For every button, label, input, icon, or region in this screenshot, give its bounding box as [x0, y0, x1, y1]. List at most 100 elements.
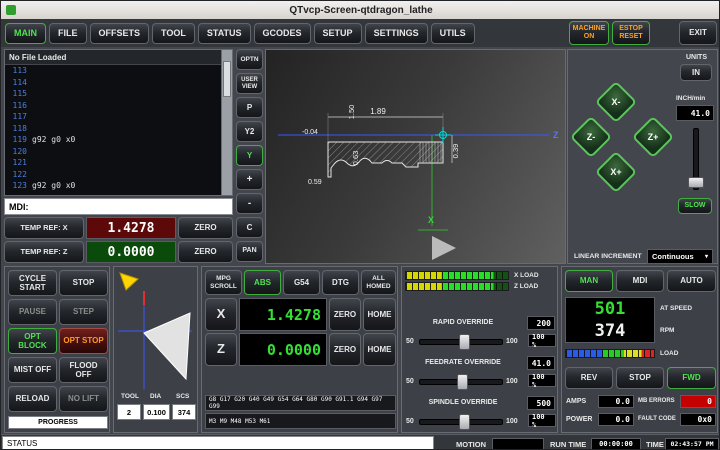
zero-x-axis-button[interactable]: ZERO — [329, 298, 361, 331]
rapid-slider-handle[interactable] — [459, 334, 470, 350]
view-y-button[interactable]: Y — [236, 145, 263, 166]
gcode-line-number: 117 — [5, 112, 27, 121]
view-p-button[interactable]: P — [236, 97, 263, 118]
dtg-button[interactable]: DTG — [322, 270, 359, 295]
motion-label: MOTION — [456, 440, 486, 449]
opt-stop-button[interactable]: OPT STOP — [59, 328, 108, 354]
status-message: STATUS — [2, 436, 434, 450]
temp-ref-x-button[interactable]: TEMP REF: X — [4, 217, 84, 239]
exit-button[interactable]: EXIT — [679, 21, 717, 45]
axis-z-button[interactable]: Z — [205, 333, 237, 366]
view-y2-button[interactable]: Y2 — [236, 121, 263, 142]
tab-tool[interactable]: TOOL — [152, 23, 195, 44]
spindle-slider-handle[interactable] — [459, 414, 470, 430]
rapid-override-slider[interactable] — [419, 334, 503, 348]
spindle-override-slider[interactable] — [419, 414, 503, 428]
jog-x-minus-button[interactable]: X- — [595, 81, 637, 123]
spindle-stop-button[interactable]: STOP — [616, 367, 664, 389]
titlebar[interactable]: QTvcp-Screen-qtdragon_lathe — [1, 1, 720, 20]
jog-x-minus-label: X- — [603, 89, 629, 115]
spindle-rev-button[interactable]: REV — [565, 367, 613, 389]
tab-setup[interactable]: SETUP — [314, 23, 362, 44]
pause-button[interactable]: PAUSE — [8, 299, 57, 325]
flood-button[interactable]: FLOOD OFF — [59, 357, 108, 383]
gcode-scrollbar-thumb[interactable] — [223, 61, 231, 97]
temp-ref-z-button[interactable]: TEMP REF: Z — [4, 241, 84, 263]
jog-z-plus-button[interactable]: Z+ — [632, 116, 674, 158]
jog-rate-slider[interactable] — [687, 128, 703, 190]
mb-errors-label: MB ERRORS — [638, 398, 675, 404]
z-load-label: Z LOAD — [514, 283, 538, 290]
zero-z-axis-button[interactable]: ZERO — [329, 333, 361, 366]
gcode-line[interactable]: 117 — [5, 111, 222, 123]
tab-main[interactable]: MAIN — [5, 23, 46, 44]
no-lift-button[interactable]: NO LIFT — [59, 386, 108, 412]
zoom-in-button[interactable]: + — [236, 169, 263, 190]
home-z-button[interactable]: HOME — [363, 333, 396, 366]
step-button[interactable]: STEP — [59, 299, 108, 325]
jog-z-plus-label: Z+ — [640, 124, 666, 150]
mdi-entry[interactable]: MDI: — [4, 198, 233, 215]
gcode-lines[interactable]: 113 114 115 116 — [5, 65, 222, 195]
home-x-button[interactable]: HOME — [363, 298, 396, 331]
tab-settings[interactable]: SETTINGS — [365, 23, 428, 44]
gcode-line[interactable]: 119 g92 g0 x0 — [5, 134, 222, 146]
stop-button[interactable]: STOP — [59, 270, 108, 296]
increment-dropdown[interactable]: Continuous ▾ — [647, 249, 713, 264]
mpg-scroll-button[interactable]: MPG SCROLL — [205, 270, 242, 295]
view-pan-button[interactable]: PAN — [236, 241, 263, 262]
axis-x-button[interactable]: X — [205, 298, 237, 331]
jog-x-plus-button[interactable]: X+ — [595, 151, 637, 193]
gcode-line[interactable]: 116 — [5, 100, 222, 112]
zero-x-button[interactable]: ZERO — [178, 217, 233, 239]
gcode-scrollbar[interactable] — [221, 50, 232, 195]
mdi-mode-button[interactable]: MDI — [616, 270, 664, 292]
window-title: QTvcp-Screen-qtdragon_lathe — [289, 5, 432, 16]
jog-z-minus-button[interactable]: Z- — [570, 116, 612, 158]
auto-mode-button[interactable]: AUTO — [667, 270, 716, 292]
estop-reset-button[interactable]: ESTOP RESET — [612, 21, 650, 45]
zoom-out-button[interactable]: - — [236, 193, 263, 214]
time-value: 02:43:57 PM — [665, 438, 719, 450]
gcode-line[interactable]: 113 — [5, 65, 222, 77]
gcode-line[interactable]: 123 g92 g0 x0 — [5, 180, 222, 192]
tool-number-value: 2 — [117, 404, 141, 420]
slow-button[interactable]: SLOW — [678, 198, 712, 214]
gcode-line-number: 113 — [5, 66, 27, 75]
gcode-line[interactable]: 118 — [5, 123, 222, 135]
all-homed-button[interactable]: ALL HOMED — [361, 270, 396, 295]
amps-value: 0.0 — [598, 395, 634, 408]
spindle-max-label: 100 — [506, 418, 518, 425]
cycle-start-button[interactable]: CYCLE START — [8, 270, 57, 296]
jog-rate-slider-handle[interactable] — [688, 177, 704, 188]
gcode-line[interactable]: 120 — [5, 146, 222, 158]
z-load-bar — [405, 282, 509, 291]
feedrate-override-slider[interactable] — [419, 374, 503, 388]
gcode-line[interactable]: 115 — [5, 88, 222, 100]
tab-gcodes[interactable]: GCODES — [254, 23, 311, 44]
feedrate-override-label: FEEDRATE OVERRIDE — [402, 359, 524, 366]
gcode-line[interactable]: 121 — [5, 157, 222, 169]
spindle-fwd-button[interactable]: FWD — [667, 367, 716, 389]
view-optn-button[interactable]: OPTN — [236, 49, 263, 70]
g54-button[interactable]: G54 — [283, 270, 320, 295]
reload-button[interactable]: RELOAD — [8, 386, 57, 412]
mist-button[interactable]: MIST OFF — [8, 357, 57, 383]
opt-block-button[interactable]: OPT BLOCK — [8, 328, 57, 354]
man-mode-button[interactable]: MAN — [565, 270, 613, 292]
gcode-line[interactable]: 114 — [5, 77, 222, 89]
tab-file[interactable]: FILE — [49, 23, 87, 44]
abs-button[interactable]: ABS — [244, 270, 281, 295]
view-user-view-button[interactable]: USER VIEW — [236, 73, 263, 94]
feedrate-slider-handle[interactable] — [457, 374, 468, 390]
tab-utils[interactable]: UTILS — [431, 23, 475, 44]
gremlin-preview[interactable]: Z X 1.89 0.39 1.50 -0.04 0.63 0.59 — [265, 49, 566, 264]
gcode-line[interactable]: 122 — [5, 169, 222, 181]
machine-on-button[interactable]: MACHINE ON — [569, 21, 609, 45]
tab-offsets[interactable]: OFFSETS — [90, 23, 150, 44]
units-button[interactable]: IN — [680, 64, 712, 81]
tab-status[interactable]: STATUS — [198, 23, 251, 44]
zero-z-button[interactable]: ZERO — [178, 241, 233, 263]
x-axis-label: X — [428, 215, 434, 225]
view-c-button[interactable]: C — [236, 217, 263, 238]
